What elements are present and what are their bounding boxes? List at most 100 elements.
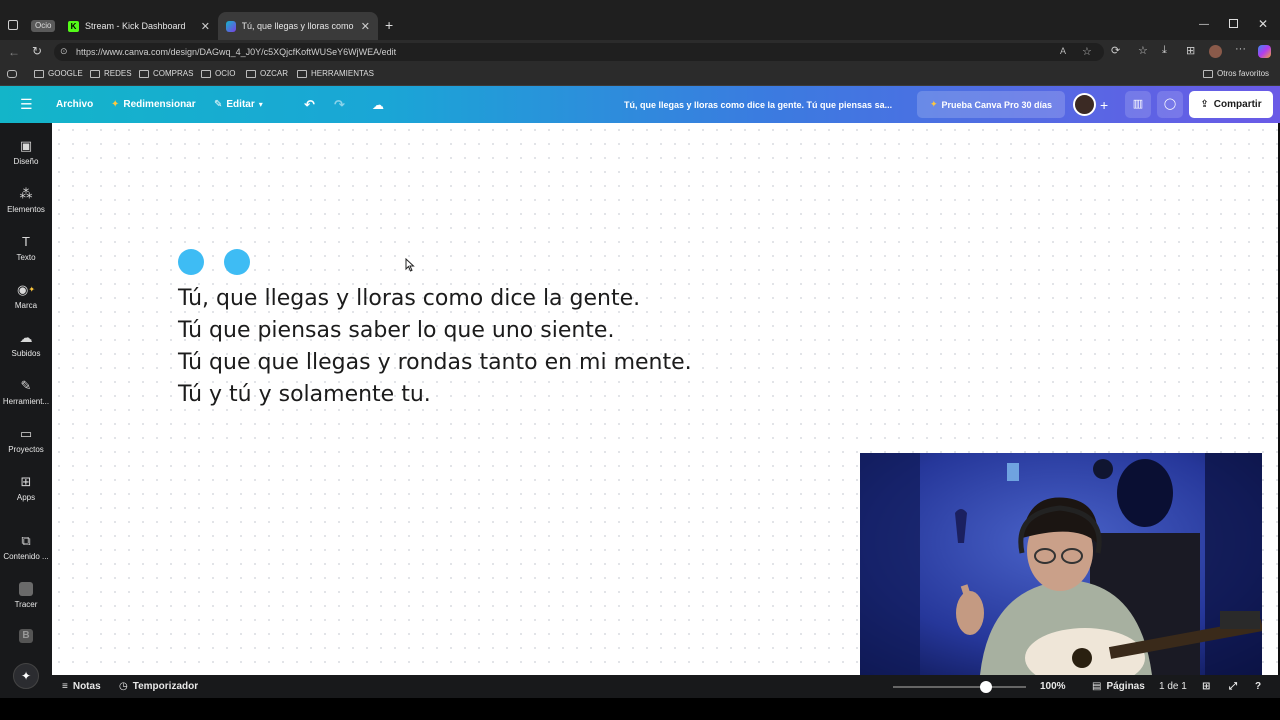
notes-label: Notas <box>72 681 101 692</box>
add-collaborator-icon[interactable]: + <box>1100 86 1108 123</box>
rail-item-texto[interactable]: T Texto <box>0 235 52 263</box>
download-icon[interactable]: ⤓ <box>1162 44 1167 57</box>
rail-item-herramientas[interactable]: ✎ Herramient... <box>0 379 52 407</box>
redo-icon[interactable]: ↷ <box>334 86 345 123</box>
document-title[interactable]: Tú, que llegas y lloras como dice la gen… <box>624 86 892 123</box>
close-icon[interactable]: ✕ <box>361 20 370 33</box>
rail-item-apps[interactable]: ⊞ Apps <box>0 474 52 503</box>
rail-label: Marca <box>14 301 38 310</box>
profile-avatar[interactable] <box>1209 45 1222 58</box>
user-avatar[interactable] <box>1073 93 1096 116</box>
upload-icon: ☁ <box>19 330 33 345</box>
taskbar-area <box>0 698 1280 720</box>
mouse-cursor-icon <box>405 258 415 272</box>
rail-item-subidos[interactable]: ☁ Subidos <box>0 330 52 359</box>
screenshot-icon[interactable]: ⊞ <box>1186 44 1195 57</box>
comment-icon[interactable]: ◯ <box>1157 91 1183 118</box>
favorite-star-icon[interactable]: ☆ <box>1082 45 1092 58</box>
new-tab-icon[interactable]: + <box>385 17 393 33</box>
folder-icon: ▭ <box>19 426 33 441</box>
rail-item-tracer[interactable]: Tracer <box>0 582 52 609</box>
accent-dot[interactable] <box>178 249 204 275</box>
tab-label: Tú, que llegas y lloras como dice <box>241 21 355 31</box>
magic-assistant-icon[interactable]: ✦ <box>13 663 39 689</box>
rail-item-proyectos[interactable]: ▭ Proyectos <box>0 426 52 455</box>
bookmark-redes[interactable]: REDES <box>90 69 132 78</box>
insights-icon[interactable]: ▥ <box>1125 91 1151 118</box>
apps-icon: ⊞ <box>20 474 32 489</box>
lyric-line[interactable]: Tú y tú y solamente tu. <box>178 382 431 407</box>
zoom-slider-thumb[interactable] <box>980 681 993 693</box>
bookmark-label: OCIO <box>215 69 236 78</box>
rail-item-diseno[interactable]: ▣ Diseño <box>0 139 52 167</box>
bookmark-google[interactable]: GOOGLE <box>34 69 83 78</box>
browser-tab-bar: Ocio K Stream - Kick Dashboard ✕ Tú, que… <box>0 0 1280 40</box>
back-icon[interactable]: ← <box>8 45 20 59</box>
tab-canva-active[interactable]: Tú, que llegas y lloras como dice ✕ <box>218 12 378 40</box>
page-count: 1 de 1 <box>1159 681 1187 692</box>
pages-button[interactable]: ▤ Páginas <box>1092 681 1145 692</box>
archivo-button[interactable]: Archivo <box>56 86 93 123</box>
favorites-icon[interactable]: ☆ <box>1138 44 1148 57</box>
timer-label: Temporizador <box>132 681 199 692</box>
content-icon: ⧉ <box>21 533 31 548</box>
pro-trial-label: Prueba Canva Pro 30 días <box>941 99 1053 110</box>
more-options-icon[interactable]: ··· <box>1235 43 1246 55</box>
copilot-icon[interactable] <box>1258 45 1271 58</box>
rail-item-marca[interactable]: ◉✦ Marca <box>0 282 52 311</box>
share-button[interactable]: ⇪ Compartir <box>1189 91 1273 118</box>
kick-icon: K <box>68 20 79 32</box>
rail-label: Herramient... <box>2 397 50 406</box>
lyric-line[interactable]: Tú que piensas saber lo que uno siente. <box>178 318 614 343</box>
close-icon[interactable]: ✕ <box>201 20 210 33</box>
bookmark-other-favorites[interactable]: Otros favoritos <box>1203 69 1269 78</box>
bookmark-label: OZCAR <box>260 69 288 78</box>
minimize-icon[interactable]: — <box>1199 19 1209 30</box>
window-close-icon[interactable]: ✕ <box>1258 17 1268 31</box>
bookmark-herramientas[interactable]: HERRAMIENTAS <box>297 69 374 78</box>
maximize-icon[interactable] <box>1229 19 1238 28</box>
zoom-level[interactable]: 100% <box>1040 681 1066 692</box>
rail-item-elementos[interactable]: ⁂ Elementos <box>0 187 52 215</box>
folder-icon <box>139 69 149 78</box>
read-aloud-icon[interactable]: A <box>1060 46 1066 56</box>
brand-icon: ◉✦ <box>16 282 36 297</box>
canva-header: ☰ Archivo ✦ Redimensionar ✎ Editar ▾ ↶ ↷ ☁ … <box>0 86 1280 123</box>
zoom-slider-track[interactable] <box>893 686 1026 688</box>
help-icon[interactable]: ? <box>1255 681 1261 692</box>
tab-group-ocio[interactable]: Ocio <box>31 20 56 32</box>
menu-icon[interactable]: ☰ <box>20 86 33 123</box>
bookmark-compras[interactable]: COMPRAS <box>139 69 193 78</box>
pages-icon: ▤ <box>1092 681 1102 692</box>
tab-label: Stream - Kick Dashboard <box>85 21 186 31</box>
accent-dot[interactable] <box>224 249 250 275</box>
editar-button[interactable]: ✎ Editar ▾ <box>214 86 263 123</box>
rail-item-contenido[interactable]: ⧉ Contenido ... <box>0 533 52 562</box>
notes-icon: ≡ <box>62 681 68 692</box>
timer-button[interactable]: ◷ Temporizador <box>119 681 198 692</box>
notes-button[interactable]: ≡ Notas <box>62 681 101 692</box>
reload-icon[interactable]: ↻ <box>32 44 42 58</box>
lyric-line[interactable]: Tú, que llegas y lloras como dice la gen… <box>178 286 640 311</box>
undo-icon[interactable]: ↶ <box>304 86 315 123</box>
fullscreen-icon[interactable]: ⤢ <box>1229 681 1237 692</box>
bookmark-ocio[interactable]: OCIO <box>201 69 235 78</box>
folder-icon <box>90 69 100 78</box>
site-info-icon[interactable]: ⊙ <box>60 46 68 57</box>
rail-label: Diseño <box>13 157 39 166</box>
tab-kick-dashboard[interactable]: K Stream - Kick Dashboard ✕ <box>60 12 218 40</box>
extensions-icon[interactable]: ⟳ <box>1111 44 1120 57</box>
grid-view-icon[interactable]: ⊞ <box>1202 681 1210 692</box>
cloud-saved-icon[interactable]: ☁ <box>372 86 384 123</box>
rail-label: Texto <box>16 253 36 262</box>
apps-bookmark-icon[interactable] <box>7 70 17 78</box>
bookmark-ozcar[interactable]: OZCAR <box>246 69 288 78</box>
tab-actions-icon[interactable] <box>8 20 18 30</box>
lyric-line[interactable]: Tú que que llegas y rondas tanto en mi m… <box>178 350 692 375</box>
bubble-app-icon[interactable]: B <box>19 629 33 643</box>
rail-label: Proyectos <box>8 445 44 454</box>
redimensionar-button[interactable]: ✦ Redimensionar <box>111 86 196 123</box>
pro-trial-button[interactable]: ✦ Prueba Canva Pro 30 días <box>917 91 1065 118</box>
url-field[interactable]: ⊙ https://www.canva.com/design/DAGwq_4_J… <box>54 43 1104 61</box>
share-label: Compartir <box>1213 99 1262 110</box>
